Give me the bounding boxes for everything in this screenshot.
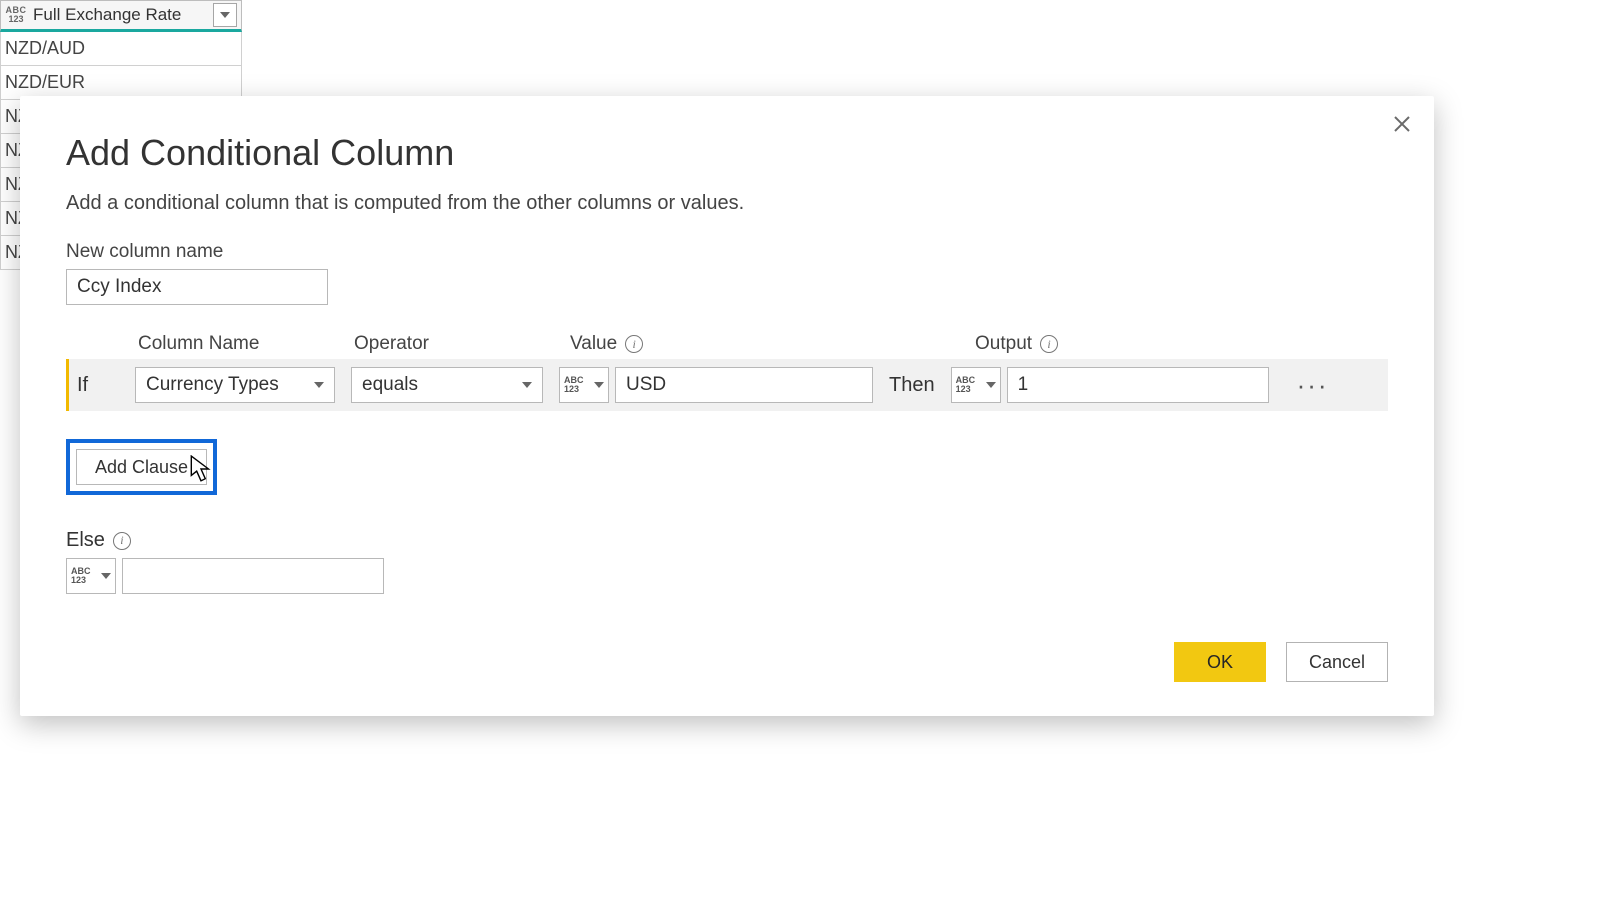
info-icon[interactable]: i xyxy=(1040,335,1058,353)
type-badge-icon: ABC 123 xyxy=(564,376,584,394)
operator-select[interactable]: equals xyxy=(351,367,543,403)
header-operator: Operator xyxy=(354,333,570,355)
type-badge-icon: ABC 123 xyxy=(1,6,31,24)
clause-more-menu[interactable]: ··· xyxy=(1297,370,1329,401)
then-label: Then xyxy=(873,374,951,397)
column-header-dropdown[interactable] xyxy=(213,3,237,27)
type-badge-icon: ABC 123 xyxy=(71,567,91,585)
chevron-down-icon xyxy=(101,573,111,579)
header-value: Value i xyxy=(570,333,975,355)
chevron-down-icon xyxy=(314,382,324,388)
column-header-name: Full Exchange Rate xyxy=(31,5,213,25)
header-column-name: Column Name xyxy=(138,333,354,355)
chevron-down-icon xyxy=(522,382,532,388)
column-name-select[interactable]: Currency Types xyxy=(135,367,335,403)
close-button[interactable] xyxy=(1388,110,1416,138)
type-badge-icon: ABC 123 xyxy=(956,376,976,394)
dialog-subtitle: Add a conditional column that is compute… xyxy=(66,192,1388,215)
header-output: Output i xyxy=(975,333,1058,355)
grid-cell[interactable]: NZD/AUD xyxy=(0,32,242,66)
new-column-name-label: New column name xyxy=(66,241,1388,263)
info-icon[interactable]: i xyxy=(113,532,131,550)
clause-headers: Column Name Operator Value i Output i xyxy=(66,333,1388,355)
add-conditional-column-dialog: Add Conditional Column Add a conditional… xyxy=(20,96,1434,716)
value-input[interactable] xyxy=(615,367,873,403)
dialog-title: Add Conditional Column xyxy=(66,132,1388,174)
column-header[interactable]: ABC 123 Full Exchange Rate xyxy=(0,0,242,32)
clause-row: If Currency Types equals ABC 123 Then xyxy=(66,359,1388,411)
else-input[interactable] xyxy=(122,558,384,594)
chevron-down-icon xyxy=(220,12,230,18)
if-label: If xyxy=(69,374,135,397)
close-icon xyxy=(1393,115,1411,133)
cancel-button[interactable]: Cancel xyxy=(1286,642,1388,682)
else-label: Else i xyxy=(66,529,1388,552)
info-icon[interactable]: i xyxy=(625,335,643,353)
ok-button[interactable]: OK xyxy=(1174,642,1266,682)
chevron-down-icon xyxy=(594,382,604,388)
output-input[interactable] xyxy=(1007,367,1269,403)
add-clause-highlight: Add Clause xyxy=(66,439,217,495)
value-type-select[interactable]: ABC 123 xyxy=(559,367,609,403)
output-type-select[interactable]: ABC 123 xyxy=(951,367,1001,403)
else-type-select[interactable]: ABC 123 xyxy=(66,558,116,594)
new-column-name-input[interactable] xyxy=(66,269,328,305)
grid-cell[interactable]: NZD/EUR xyxy=(0,66,242,100)
chevron-down-icon xyxy=(986,382,996,388)
add-clause-button[interactable]: Add Clause xyxy=(76,449,207,485)
